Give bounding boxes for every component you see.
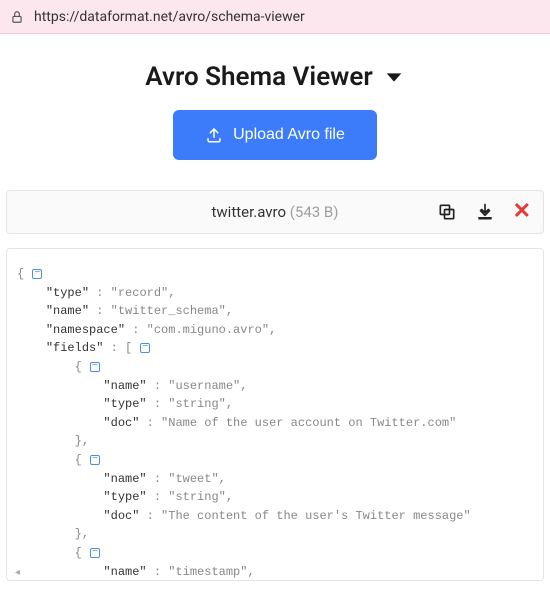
page-title: Avro Shema Viewer <box>145 62 372 92</box>
browser-url-bar: https://dataformat.net/avro/schema-viewe… <box>0 0 550 34</box>
scroll-left-indicator[interactable]: ◂ <box>15 567 20 578</box>
upload-button[interactable]: Upload Avro file <box>173 110 377 160</box>
file-info-bar: twitter.avro (543 B) ✕ <box>6 190 544 234</box>
collapse-toggle[interactable]: − <box>90 548 100 558</box>
collapse-toggle[interactable]: − <box>90 362 100 372</box>
title-dropdown[interactable]: Avro Shema Viewer <box>145 62 404 92</box>
file-name-display: twitter.avro (543 B) <box>212 203 339 221</box>
upload-icon <box>205 126 223 144</box>
file-actions: ✕ <box>437 201 531 223</box>
file-name: twitter.avro <box>212 203 287 221</box>
collapse-toggle[interactable]: − <box>90 455 100 465</box>
copy-icon[interactable] <box>437 202 457 222</box>
close-icon[interactable]: ✕ <box>513 201 531 223</box>
upload-row: Upload Avro file <box>0 110 550 190</box>
chevron-down-icon <box>383 66 405 88</box>
upload-button-label: Upload Avro file <box>233 126 345 144</box>
file-size: (543 B) <box>290 203 339 221</box>
schema-json: { − "type" : "record", "name" : "twitter… <box>17 265 533 581</box>
url-text[interactable]: https://dataformat.net/avro/schema-viewe… <box>34 9 305 25</box>
download-icon[interactable] <box>475 202 495 222</box>
schema-viewer-panel: { − "type" : "record", "name" : "twitter… <box>6 248 544 581</box>
title-row: Avro Shema Viewer <box>0 34 550 110</box>
collapse-toggle[interactable]: − <box>140 343 150 353</box>
collapse-toggle[interactable]: − <box>32 269 42 279</box>
lock-icon <box>10 10 24 24</box>
